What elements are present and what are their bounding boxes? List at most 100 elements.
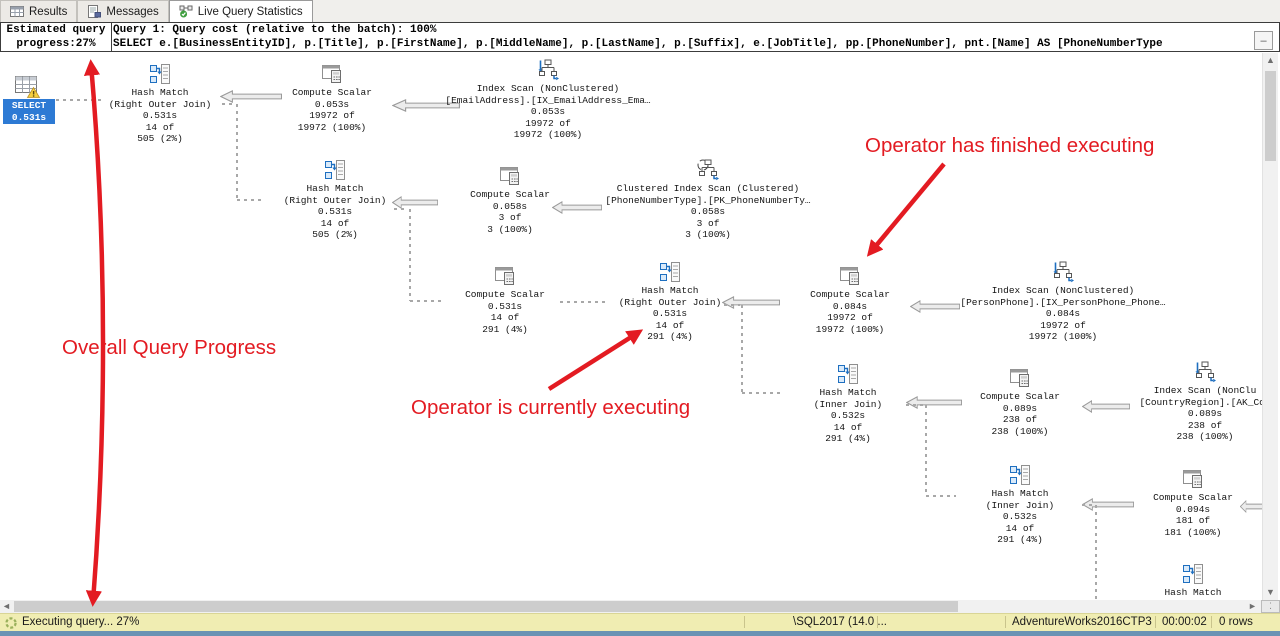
- node-line: Index Scan (NonClustered): [992, 285, 1135, 297]
- flow-arrow: [906, 396, 962, 409]
- node-line: 291 (4%): [825, 433, 871, 445]
- status-row-count: 0 rows: [1219, 616, 1253, 628]
- node-line: 505 (2%): [312, 229, 358, 241]
- plan-node-index-scan[interactable]: Index Scan (NonClu[CountryRegion].[AK_Co…: [1125, 360, 1280, 443]
- node-line: Compute Scalar: [470, 189, 550, 201]
- horizontal-scrollbar[interactable]: ◄ ►: [0, 600, 1280, 613]
- tab-label: Results: [29, 6, 67, 18]
- collapse-query-button[interactable]: –: [1254, 31, 1273, 50]
- plan-node-hash-match-partial[interactable]: Hash Match: [1128, 562, 1258, 599]
- tab-live-query-statistics[interactable]: Live Query Statistics: [169, 0, 313, 22]
- ssms-live-query-statistics-window: Results Messages Live Query Statistics E…: [0, 0, 1280, 636]
- status-elapsed-time: 00:00:02: [1162, 616, 1207, 628]
- estimated-progress-line2: progress:27%: [1, 37, 111, 51]
- plan-node-hash-match[interactable]: Hash Match(Right Outer Join)0.531s14 of5…: [95, 62, 225, 145]
- query-cost-line: Query 1: Query cost (relative to the bat…: [113, 23, 1279, 37]
- plan-node-compute-scalar[interactable]: Compute Scalar0.094s181 of181 (100%): [1128, 467, 1258, 538]
- node-line: 19972 (100%): [1029, 331, 1097, 343]
- tab-results[interactable]: Results: [0, 0, 77, 22]
- tab-label: Messages: [106, 6, 158, 18]
- tab-messages[interactable]: Messages: [77, 0, 168, 22]
- results-pane-tabbar: Results Messages Live Query Statistics: [0, 0, 1280, 23]
- node-line: (Inner Join): [986, 500, 1054, 512]
- node-line: Hash Match: [819, 387, 876, 399]
- scroll-down-button[interactable]: ▼: [1263, 585, 1278, 600]
- dashed-connector: [410, 300, 444, 302]
- node-line: 3 (100%): [487, 224, 533, 236]
- plan-node-compute-scalar[interactable]: Compute Scalar0.058s3 of3 (100%): [445, 164, 575, 235]
- flow-arrow: [1082, 400, 1130, 413]
- dashed-connector: [925, 405, 927, 496]
- node-line: 19972 of: [1040, 320, 1086, 332]
- node-line: Hash Match: [131, 87, 188, 99]
- dashed-connector: [742, 392, 784, 394]
- executing-spinner-icon: [5, 617, 17, 632]
- dashed-connector: [741, 305, 743, 393]
- horizontal-scroll-thumb[interactable]: [14, 601, 958, 612]
- node-line: 19972 (100%): [298, 122, 366, 134]
- node-line: 181 (100%): [1164, 527, 1221, 539]
- execution-plan-canvas: SELECT 0.531s Hash Match(Right Outer Joi…: [0, 52, 1280, 600]
- plan-node-select[interactable]: SELECT 0.531s: [3, 99, 55, 124]
- estimated-progress-panel: Estimated query progress:27%: [1, 23, 112, 51]
- node-line: 14 of: [491, 312, 520, 324]
- splitter-handle[interactable]: ⁚: [1261, 600, 1280, 613]
- node-line: 291 (4%): [997, 534, 1043, 546]
- plan-node-compute-scalar[interactable]: Compute Scalar0.089s238 of238 (100%): [955, 366, 1085, 437]
- plan-node-compute-scalar[interactable]: Compute Scalar0.053s19972 of19972 (100%): [267, 62, 397, 133]
- node-line: [EmailAddress].[IX_EmailAddress_Ema…: [445, 95, 650, 107]
- hash-match-icon: [148, 62, 172, 86]
- plan-node-hash-match[interactable]: Hash Match(Inner Join)0.532s14 of291 (4%…: [955, 463, 1085, 546]
- node-line: 0.089s: [1188, 408, 1222, 420]
- messages-icon: [87, 5, 101, 18]
- vertical-scroll-thumb[interactable]: [1265, 71, 1276, 161]
- node-line: Compute Scalar: [1153, 492, 1233, 504]
- select-label: SELECT: [3, 100, 55, 112]
- index-scan-icon: [1051, 260, 1075, 284]
- node-line: 0.089s: [1003, 403, 1037, 415]
- node-line: 19972 (100%): [816, 324, 884, 336]
- plan-node-hash-match-executing[interactable]: Hash Match(Right Outer Join)0.531s14 of2…: [600, 260, 740, 343]
- compute-scalar-icon: [1008, 366, 1032, 390]
- node-line: 238 of: [1188, 420, 1222, 432]
- status-server-name: \SQL2017 (14.0 ...: [793, 616, 887, 628]
- status-separator: [1155, 616, 1156, 628]
- node-line: 238 (100%): [991, 426, 1048, 438]
- vertical-scrollbar[interactable]: ▲ ▼: [1262, 53, 1278, 600]
- node-line: 291 (4%): [482, 324, 528, 336]
- node-line: 0.094s: [1176, 504, 1210, 516]
- node-line: 19972 of: [525, 118, 571, 130]
- status-separator: [744, 616, 745, 628]
- node-line: (Inner Join): [814, 399, 882, 411]
- dashed-connector: [236, 104, 238, 200]
- compute-scalar-icon: [320, 62, 344, 86]
- dashed-connector: [926, 495, 956, 497]
- node-line: Compute Scalar: [980, 391, 1060, 403]
- node-line: 0.531s: [653, 308, 687, 320]
- hash-match-icon: [658, 260, 682, 284]
- plan-node-clustered-index-scan[interactable]: Clustered Index Scan (Clustered)[PhoneNu…: [583, 158, 833, 241]
- compute-scalar-icon: [498, 164, 522, 188]
- select-time: 0.531s: [3, 112, 55, 124]
- node-line: 19972 of: [827, 312, 873, 324]
- node-line: Hash Match: [1164, 587, 1221, 599]
- scroll-left-button[interactable]: ◄: [0, 600, 13, 613]
- scroll-up-button[interactable]: ▲: [1263, 53, 1278, 68]
- scroll-right-button[interactable]: ►: [1246, 600, 1259, 613]
- query-progress-header: Estimated query progress:27% Query 1: Qu…: [0, 22, 1280, 52]
- dashed-connector: [409, 209, 411, 301]
- node-line: 0.058s: [493, 201, 527, 213]
- plan-node-compute-scalar[interactable]: Compute Scalar0.531s14 of291 (4%): [440, 264, 570, 335]
- plan-node-hash-match[interactable]: Hash Match(Inner Join)0.532s14 of291 (4%…: [783, 362, 913, 445]
- plan-node-index-scan[interactable]: Index Scan (NonClustered)[PersonPhone].[…: [933, 260, 1193, 343]
- node-line: 0.531s: [143, 110, 177, 122]
- node-line: Compute Scalar: [465, 289, 545, 301]
- plan-node-index-scan[interactable]: Index Scan (NonClustered)[EmailAddress].…: [423, 58, 673, 141]
- compute-scalar-icon: [1181, 467, 1205, 491]
- plan-node-hash-match[interactable]: Hash Match(Right Outer Join)0.531s14 of5…: [265, 158, 405, 241]
- plan-node-compute-scalar[interactable]: Compute Scalar0.084s19972 of19972 (100%): [785, 264, 915, 335]
- node-line: Index Scan (NonClu: [1154, 385, 1257, 397]
- node-line: [PersonPhone].[IX_PersonPhone_Phone…: [960, 297, 1165, 309]
- annotation-overall-progress: Overall Query Progress: [62, 336, 276, 360]
- node-line: 14 of: [1006, 523, 1035, 535]
